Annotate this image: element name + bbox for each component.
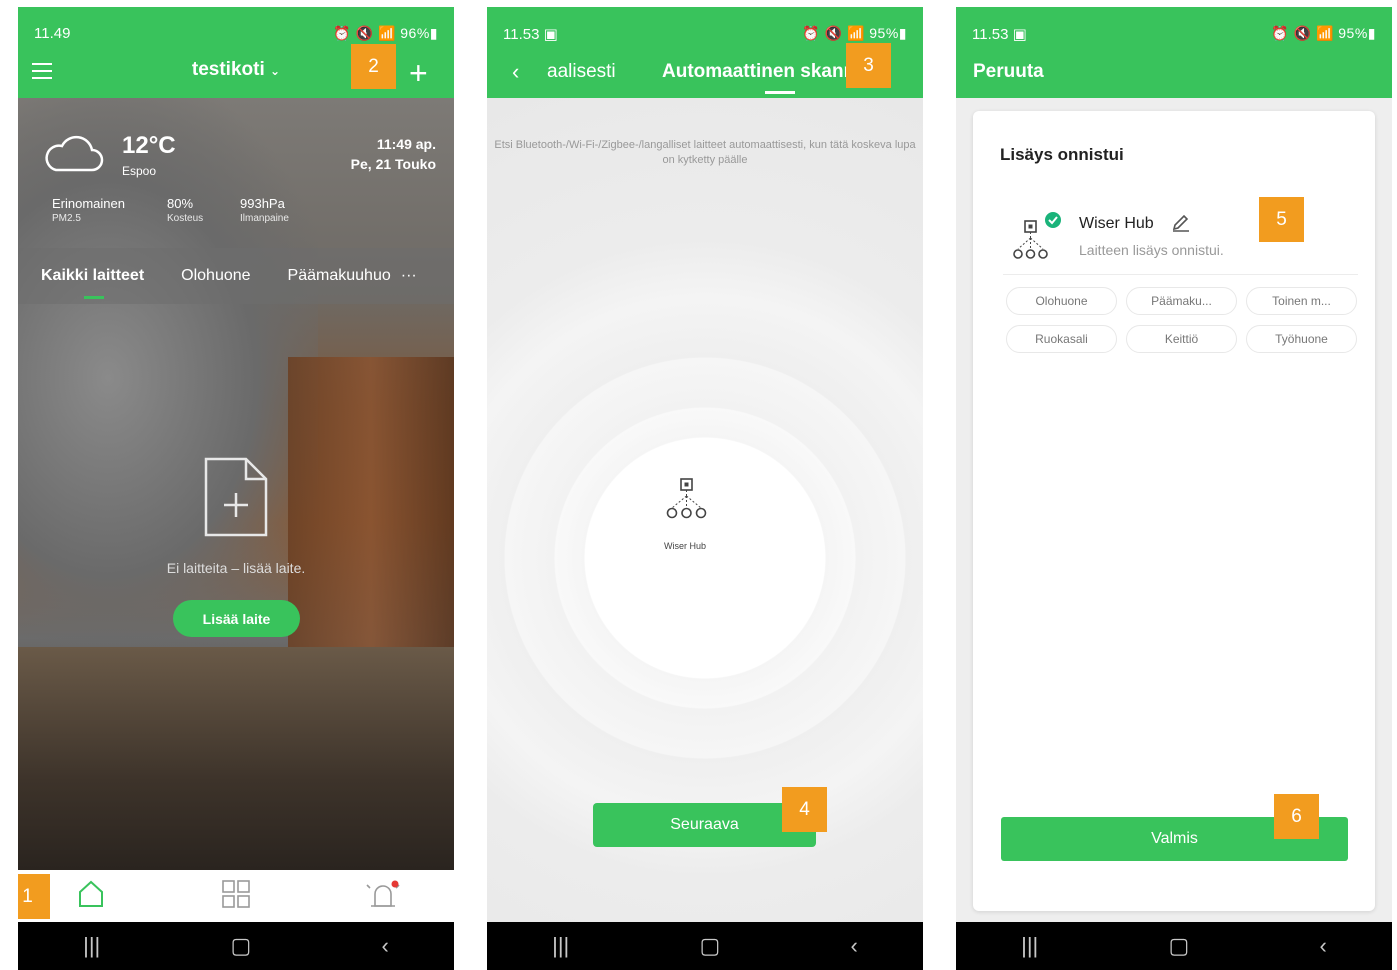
tab-all-devices[interactable]: Kaikki laitteet — [41, 267, 144, 299]
status-time: 11.53 ▣ — [503, 26, 558, 43]
step-badge: 3 — [846, 43, 891, 88]
home-nav-icon[interactable]: ▢ — [231, 933, 252, 959]
check-icon — [1045, 212, 1061, 228]
android-nav-bar: ||| ▢ ‹ — [487, 922, 923, 970]
device-status: Laitteen lisäys onnistui. — [1079, 242, 1224, 258]
scan-hint: Etsi Bluetooth-/Wi-Fi-/Zigbee-/langallis… — [494, 139, 916, 166]
step-badge: 2 — [351, 44, 396, 89]
recent-apps-icon[interactable]: ||| — [1021, 933, 1038, 959]
screen-home: 11.49 ⏰ 🔇 📶 96%▮ testikoti ⌄ + 12°C Espo… — [18, 7, 454, 970]
back-nav-icon[interactable]: ‹ — [851, 933, 858, 959]
room-chip-study[interactable]: Työhuone — [1246, 325, 1357, 353]
status-time: 11.49 — [34, 25, 71, 42]
divider — [1003, 274, 1358, 275]
background-wood — [288, 357, 454, 657]
plus-icon[interactable]: + — [409, 55, 428, 92]
screen-add-success: 11.53 ▣ ⏰ 🔇 📶 95%▮ Peruuta Lisäys onnist… — [956, 7, 1392, 970]
room-chip-master-bedroom[interactable]: Päämaku... — [1126, 287, 1237, 315]
add-document-icon — [204, 457, 268, 537]
recent-apps-icon[interactable]: ||| — [552, 933, 569, 959]
step-badge: 1 — [18, 874, 50, 919]
room-chip-kitchen[interactable]: Keittiö — [1126, 325, 1237, 353]
add-device-button[interactable]: Lisää laite — [173, 600, 300, 637]
cloud-icon — [45, 135, 104, 172]
step-badge: 4 — [782, 787, 827, 832]
room-chip-living-room[interactable]: Olohuone — [1006, 287, 1117, 315]
grid-icon[interactable] — [222, 880, 250, 908]
recent-apps-icon[interactable]: ||| — [83, 933, 100, 959]
room-tabs: Kaikki laitteet Olohuone Päämakuuhuo ··· — [18, 248, 454, 304]
home-nav-icon[interactable]: ▢ — [700, 933, 721, 959]
status-time: 11.53 ▣ — [972, 26, 1027, 43]
hub-icon — [666, 478, 707, 519]
back-nav-icon[interactable]: ‹ — [1320, 933, 1327, 959]
home-nav-icon[interactable]: ▢ — [1169, 933, 1190, 959]
success-card: Lisäys onnistui Wiser Hub Laitteen lisäy… — [973, 111, 1375, 911]
tab-master-bedroom[interactable]: Päämakuuhuo — [288, 267, 391, 285]
weather-panel: 12°C Espoo 11:49 ap. Pe, 21 Touko Erinom… — [18, 98, 454, 248]
tab-living-room[interactable]: Olohuone — [181, 267, 250, 285]
stat-pressure: 993hPa Ilmanpaine — [240, 196, 289, 224]
bottom-tab-bar — [18, 870, 454, 922]
room-chip-dining-room[interactable]: Ruokasali — [1006, 325, 1117, 353]
step-badge: 6 — [1274, 794, 1319, 839]
weather-time: 11:49 ap. — [376, 136, 436, 152]
room-chip-second-bedroom[interactable]: Toinen m... — [1246, 287, 1357, 315]
status-icons: ⏰ 🔇 📶 95%▮ — [1271, 25, 1376, 41]
android-nav-bar: ||| ▢ ‹ — [956, 922, 1392, 970]
temperature: 12°C — [122, 132, 176, 159]
back-icon[interactable]: ‹ — [512, 59, 519, 85]
found-device-tile[interactable] — [655, 468, 717, 530]
home-icon[interactable] — [78, 880, 104, 908]
tabs-more-icon[interactable]: ··· — [401, 267, 417, 285]
back-nav-icon[interactable]: ‹ — [382, 933, 389, 959]
edit-icon[interactable] — [1171, 213, 1191, 233]
cancel-button[interactable]: Peruuta — [973, 61, 1044, 83]
step-badge: 5 — [1259, 197, 1304, 242]
device-name: Wiser Hub — [1079, 215, 1154, 232]
city: Espoo — [122, 164, 157, 178]
screen-auto-scan: 11.53 ▣ ⏰ 🔇 📶 95%▮ ‹ aalisesti Automaatt… — [487, 7, 923, 970]
hub-icon — [1013, 212, 1061, 259]
stat-pm25: Erinomainen PM2.5 — [52, 196, 125, 224]
alarm-icon[interactable] — [366, 880, 400, 910]
weather-date: Pe, 21 Touko — [350, 156, 436, 172]
found-device-label: Wiser Hub — [663, 541, 706, 551]
status-bar: 11.53 ▣ ⏰ 🔇 📶 95%▮ — [956, 7, 1392, 57]
stat-humidity: 80% Kosteus — [167, 196, 204, 224]
empty-state-text: Ei laitteita – lisää laite. — [166, 560, 306, 576]
tab-manual[interactable]: aalisesti — [547, 61, 616, 83]
card-title: Lisäys onnistui — [1000, 145, 1124, 164]
background-floor — [18, 647, 454, 870]
android-nav-bar: ||| ▢ ‹ — [18, 922, 454, 970]
